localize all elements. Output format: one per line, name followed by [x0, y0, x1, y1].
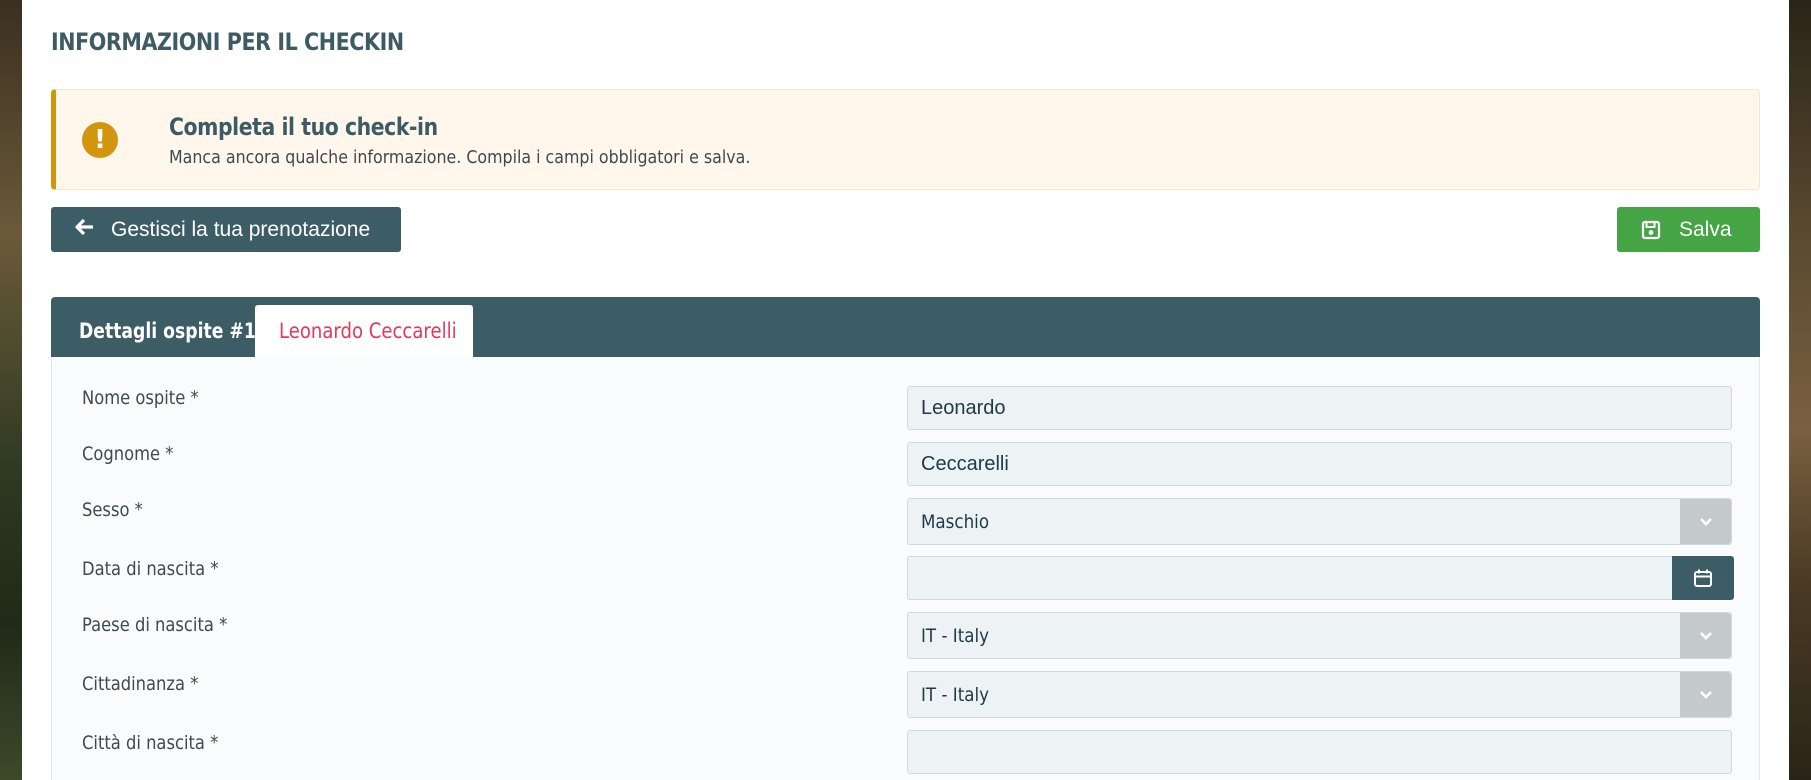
paese-nascita-label: Paese di nascita * [82, 614, 228, 636]
exclamation-icon: ! [82, 122, 118, 158]
guest-tabs: Dettagli ospite #1 Leonardo Ceccarelli [51, 297, 1760, 357]
page-title: INFORMAZIONI PER IL CHECKIN [51, 28, 404, 56]
manage-booking-button[interactable]: Gestisci la tua prenotazione [51, 207, 401, 252]
guest-form: Nome ospite * Leonardo Cognome * Ceccare… [51, 357, 1760, 780]
tab-guest-details[interactable]: Dettagli ospite #1 [51, 305, 256, 357]
citta-nascita-label: Città di nascita * [82, 732, 219, 754]
chevron-down-icon [1680, 499, 1731, 544]
background-left [0, 0, 22, 780]
chevron-down-icon [1680, 613, 1731, 658]
cognome-input[interactable]: Ceccarelli [907, 442, 1732, 486]
sesso-select[interactable]: Maschio [907, 498, 1732, 545]
manage-booking-label: Gestisci la tua prenotazione [111, 217, 371, 241]
data-nascita-input[interactable] [907, 556, 1734, 600]
cognome-label: Cognome * [82, 443, 174, 465]
data-nascita-label: Data di nascita * [82, 558, 219, 580]
checkin-panel: INFORMAZIONI PER IL CHECKIN ! Completa i… [22, 0, 1789, 780]
floppy-disk-icon [1641, 220, 1661, 240]
alert-title: Completa il tuo check-in [169, 113, 438, 141]
save-button[interactable]: Salva [1617, 207, 1760, 252]
checkin-alert: ! Completa il tuo check-in Manca ancora … [51, 89, 1760, 190]
cittadinanza-select[interactable]: IT - Italy [907, 671, 1732, 718]
save-label: Salva [1679, 217, 1732, 241]
citta-nascita-input[interactable] [907, 730, 1732, 774]
calendar-icon[interactable] [1672, 556, 1734, 600]
background-right [1789, 0, 1811, 780]
chevron-down-icon [1680, 672, 1731, 717]
arrow-left-icon [75, 217, 95, 243]
nome-input[interactable]: Leonardo [907, 386, 1732, 430]
sesso-label: Sesso * [82, 499, 143, 521]
paese-nascita-select[interactable]: IT - Italy [907, 612, 1732, 659]
cittadinanza-label: Cittadinanza * [82, 673, 199, 695]
tab-guest-name[interactable]: Leonardo Ceccarelli [255, 305, 473, 357]
alert-text: Manca ancora qualche informazione. Compi… [169, 147, 751, 168]
nome-label: Nome ospite * [82, 387, 199, 409]
